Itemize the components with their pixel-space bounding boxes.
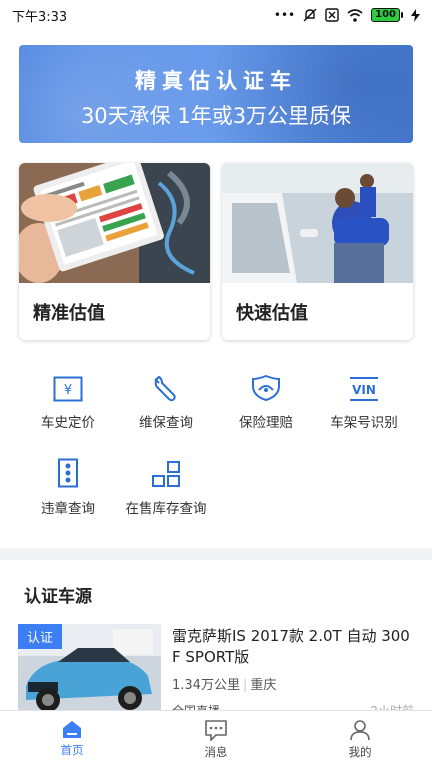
status-bar: 下午3:33 ••• 100 [0,0,432,30]
quick-valuation-card[interactable]: 快速估值 [222,163,413,340]
vin-icon: VIN [350,377,378,401]
tool-traffic-violation-query[interactable]: 违章查询 [14,458,122,517]
quick-valuation-label: 快速估值 [236,303,308,324]
certified-listings-title: 认证车源 [24,587,92,607]
nav-messages-label: 消息 [204,745,228,759]
tool-label: 车史定价 [41,415,95,431]
section-divider [0,548,432,560]
tablet-report-image [19,163,210,283]
tool-label: 保险理赔 [239,415,293,431]
nav-home-label: 首页 [60,743,84,757]
wifi-icon [347,8,363,22]
nav-profile-label: 我的 [348,745,372,759]
battery-icon: 100 [371,8,403,22]
precise-valuation-label: 精准估值 [33,303,105,324]
nav-messages[interactable]: 消息 [144,711,288,768]
battery-level: 100 [371,8,400,22]
bottom-nav: 首页 消息 我的 [0,710,432,768]
charging-icon [411,8,420,22]
tool-insurance-claims[interactable]: 保险理赔 [212,374,320,431]
listing-title: 雷克萨斯IS 2017款 2.0T 自动 300 F SPORT版 [172,627,410,666]
dots-icon: ••• [273,8,296,22]
home-icon [63,721,81,738]
tool-vin-recognition[interactable]: VIN 车架号识别 [310,376,418,431]
profile-icon [350,720,370,741]
listing-item[interactable]: 认证 雷克萨斯IS 2017款 2.0T 自动 300 F SPORT版 1.3… [0,624,432,718]
tool-label: 在售库存查询 [125,501,207,517]
status-icons: ••• 100 [274,8,420,22]
svg-text:¥: ¥ [64,383,72,398]
promo-banner[interactable]: 精真估认证车 30天承保 1年或3万公里质保 [19,45,413,143]
nav-profile[interactable]: 我的 [288,711,432,768]
tool-label: 车架号识别 [330,415,398,431]
wrench-icon [154,375,176,402]
listing-meta: 1.34万公里 | 重庆 [172,678,277,693]
car-inspection-image [222,163,413,283]
tool-maintenance-query[interactable]: 维保查询 [112,374,220,431]
svg-text:VIN: VIN [352,383,376,397]
tool-vehicle-history-pricing[interactable]: ¥ 车史定价 [14,376,122,431]
yen-icon: ¥ [53,376,83,402]
banner-subtitle: 30天承保 1年或3万公里质保 [80,104,352,128]
listing-mileage: 1.34万公里 [172,678,240,693]
car-photo: 认证 [18,624,161,714]
tool-label: 维保查询 [139,415,193,431]
listing-city: 重庆 [250,678,277,693]
message-icon [205,720,227,741]
tool-inventory-query[interactable]: 在售库存查询 [112,460,220,517]
inventory-icon [152,461,180,487]
tool-label: 违章查询 [41,501,95,517]
mute-icon [303,8,317,22]
nav-home[interactable]: 首页 [0,711,144,768]
traffic-light-icon [58,458,78,488]
certified-badge: 认证 [18,624,63,649]
no-sim-icon [325,8,339,22]
insurance-icon [252,374,280,402]
precise-valuation-card[interactable]: 精准估值 [19,163,210,340]
status-time: 下午3:33 [12,9,68,25]
banner-title: 精真估认证车 [135,69,297,93]
